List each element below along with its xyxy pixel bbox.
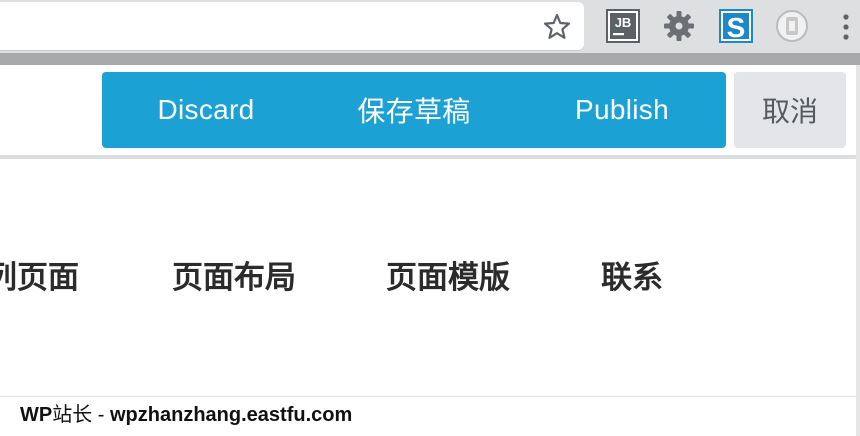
svg-text:JB: JB: [615, 15, 632, 30]
cancel-button[interactable]: 取消: [734, 72, 846, 148]
discard-button[interactable]: Discard: [102, 72, 310, 148]
gear-extension-icon[interactable]: [662, 9, 696, 43]
footer-watermark: WP站长 - wpzhanzhang.eastfu.com: [20, 401, 352, 429]
action-button-group: Discard 保存草稿 Publish: [102, 72, 726, 148]
more-menu-icon[interactable]: [836, 12, 856, 42]
nav-item-list-page[interactable]: 列页面: [0, 240, 79, 316]
save-draft-button[interactable]: 保存草稿: [310, 72, 518, 148]
bookmark-star-icon[interactable]: [542, 12, 572, 42]
publish-button[interactable]: Publish: [518, 72, 726, 148]
jetbrains-extension-icon[interactable]: JB: [606, 9, 640, 43]
footer-site-url: wpzhanzhang.eastfu.com: [110, 404, 353, 426]
footer-brand: WP: [20, 404, 53, 426]
footer-divider: [0, 396, 856, 397]
footer-separator: -: [92, 404, 110, 426]
toolbar-divider: [0, 155, 856, 159]
svg-text:S: S: [727, 12, 746, 43]
address-bar[interactable]: [0, 2, 584, 50]
scrollbar-track[interactable]: [856, 65, 860, 436]
nav-item-page-layout[interactable]: 页面布局: [172, 240, 296, 316]
nav-item-page-template[interactable]: 页面模版: [386, 240, 510, 316]
round-extension-icon[interactable]: [775, 9, 809, 43]
site-nav-menu: 列页面 页面布局 页面模版 联系: [0, 240, 856, 316]
nav-item-contact[interactable]: 联系: [601, 240, 663, 316]
s-extension-icon[interactable]: S: [719, 9, 753, 43]
footer-brand-suffix: 站长: [52, 404, 93, 426]
page-top-band: [0, 53, 860, 65]
